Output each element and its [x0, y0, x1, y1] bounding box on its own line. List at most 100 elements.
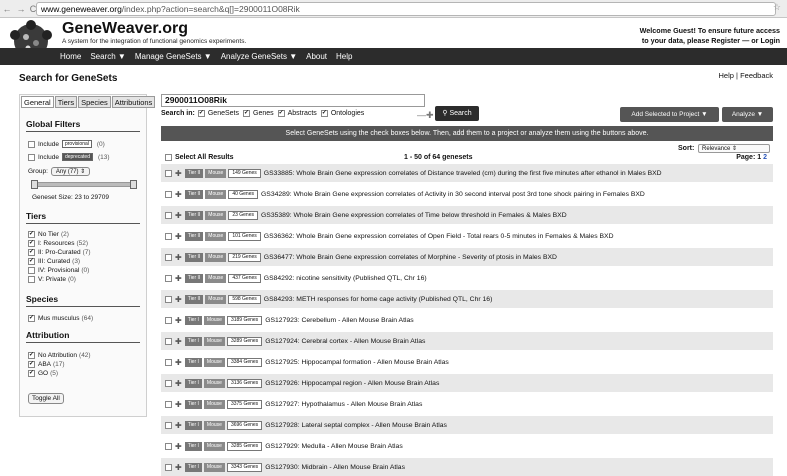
- geneset-title-link[interactable]: GS127927: Hypothalamus - Allen Mouse Bra…: [265, 401, 422, 408]
- tab-tiers[interactable]: Tiers: [54, 96, 78, 108]
- geneset-title-link[interactable]: GS127928: Lateral septal complex - Allen…: [265, 422, 447, 429]
- add-selected-to-project-button[interactable]: Add Selected to Project ▼: [620, 107, 719, 122]
- page-2-link[interactable]: 2: [763, 154, 767, 161]
- row-checkbox[interactable]: [165, 337, 172, 345]
- add-plus-icon[interactable]: ✚: [175, 379, 182, 388]
- row-checkbox[interactable]: [165, 421, 172, 429]
- geneset-title-link[interactable]: GS35389: Whole Brain Gene expression cor…: [261, 212, 567, 219]
- attribution-checkbox[interactable]: ✓: [28, 352, 35, 359]
- geneset-title-link[interactable]: GS127923: Cerebellum - Allen Mouse Brain…: [265, 317, 413, 324]
- row-checkbox[interactable]: [165, 358, 172, 366]
- geneset-title-link[interactable]: GS127924: Cerebral cortex - Allen Mouse …: [265, 338, 425, 345]
- menu-manage-genesets[interactable]: Manage GeneSets ▼: [135, 52, 212, 61]
- search-genes-checkbox[interactable]: ✓: [243, 110, 250, 117]
- attribution-checkbox[interactable]: ✓: [28, 361, 35, 368]
- select-all-results[interactable]: Select All Results: [165, 154, 234, 161]
- tab-species[interactable]: Species: [78, 96, 111, 108]
- attribution-checkbox[interactable]: ✓: [28, 370, 35, 377]
- add-plus-icon[interactable]: ✚: [175, 400, 182, 409]
- feedback-link[interactable]: Feedback: [740, 71, 773, 80]
- species-badge: Mouse: [205, 294, 227, 304]
- sort-select[interactable]: Relevance ⇕: [698, 144, 770, 153]
- search-genesets-checkbox[interactable]: ✓: [197, 110, 205, 117]
- add-plus-icon[interactable]: ✚: [175, 211, 182, 220]
- geneset-title-link[interactable]: GS36362: Whole Brain Gene expression cor…: [264, 233, 614, 240]
- geneset-size-slider[interactable]: [31, 180, 137, 189]
- row-checkbox[interactable]: [165, 400, 172, 408]
- geneset-title-link[interactable]: GS127929: Medulla - Allen Mouse Brain At…: [265, 443, 403, 450]
- geneset-title-link[interactable]: GS84292: nicotine sensitivity (Published…: [264, 275, 427, 282]
- welcome-line-2[interactable]: to your data, please Register — or Login: [640, 36, 780, 46]
- slider-min-handle[interactable]: [31, 180, 38, 189]
- group-select[interactable]: Any (77) ⇕: [50, 167, 91, 176]
- row-checkbox[interactable]: [165, 253, 172, 261]
- slider-max-handle[interactable]: [130, 180, 137, 189]
- help-link[interactable]: Help: [718, 71, 733, 80]
- tier-checkbox[interactable]: ✓: [28, 231, 35, 238]
- geneset-title-link[interactable]: GS36477: Whole Brain Gene expression cor…: [264, 254, 557, 261]
- geneset-title-link[interactable]: GS33885: Whole Brain Gene expression cor…: [264, 170, 662, 177]
- analyze-button[interactable]: Analyze ▼: [722, 107, 773, 122]
- row-checkbox[interactable]: [165, 274, 172, 282]
- add-plus-icon[interactable]: ✚: [175, 169, 182, 178]
- add-plus-icon[interactable]: ✚: [175, 274, 182, 283]
- tier-checkbox[interactable]: ✓: [28, 240, 35, 247]
- add-plus-icon[interactable]: ✚: [175, 295, 182, 304]
- select-all-checkbox[interactable]: [165, 154, 172, 161]
- tier-checkbox[interactable]: [28, 267, 35, 274]
- row-checkbox[interactable]: [165, 463, 172, 471]
- menu-analyze-genesets[interactable]: Analyze GeneSets ▼: [221, 52, 297, 61]
- row-checkbox[interactable]: [165, 190, 172, 198]
- add-plus-icon[interactable]: ✚: [175, 421, 182, 430]
- toggle-all-button[interactable]: Toggle All: [28, 393, 64, 404]
- row-checkbox[interactable]: [165, 316, 172, 324]
- tier-checkbox[interactable]: ✓: [28, 258, 35, 265]
- add-plus-icon[interactable]: ✚: [175, 442, 182, 451]
- include-deprecated-checkbox[interactable]: [28, 153, 35, 161]
- geneset-title-link[interactable]: GS127930: Midbrain - Allen Mouse Brain A…: [265, 464, 405, 471]
- geneset-title-link[interactable]: GS127926: Hippocampal region - Allen Mou…: [265, 380, 439, 387]
- tab-attributions[interactable]: Attributions: [111, 96, 156, 108]
- add-plus-icon[interactable]: ✚: [175, 358, 182, 367]
- search-button[interactable]: ⚲ Search: [435, 106, 479, 121]
- geneset-title-link[interactable]: GS127925: Hippocampal formation - Allen …: [265, 359, 449, 366]
- menu-search[interactable]: Search ▼: [90, 52, 126, 61]
- menu-home[interactable]: Home: [60, 52, 81, 61]
- menu-help[interactable]: Help: [336, 52, 352, 61]
- tier-checkbox[interactable]: [28, 276, 35, 283]
- search-abstracts-checkbox[interactable]: ✓: [277, 110, 285, 117]
- add-plus-icon[interactable]: ✚: [175, 253, 182, 262]
- add-plus-icon[interactable]: ✚: [175, 463, 182, 472]
- gene-count-badge: 23 Genes: [228, 210, 258, 220]
- tab-general[interactable]: General: [21, 96, 54, 108]
- geneset-title-link[interactable]: GS34289: Whole Brain Gene expression cor…: [261, 191, 645, 198]
- gene-count-badge: 437 Genes: [228, 273, 261, 283]
- include-provisional-checkbox[interactable]: [28, 140, 35, 148]
- search-input[interactable]: 2900011O08Rik: [161, 94, 425, 107]
- tier-checkbox[interactable]: ✓: [28, 249, 35, 256]
- row-checkbox[interactable]: [165, 211, 172, 219]
- gene-count-badge: 40 Genes: [228, 189, 258, 199]
- bookmark-star-icon[interactable]: ☆: [773, 2, 781, 13]
- row-checkbox[interactable]: [165, 169, 172, 177]
- row-checkbox[interactable]: [165, 442, 172, 450]
- add-plus-icon[interactable]: ✚: [175, 337, 182, 346]
- geneset-title-link[interactable]: GS84293: METH responses for home cage ac…: [264, 296, 493, 303]
- add-plus-icon[interactable]: ✚: [175, 232, 182, 241]
- address-bar[interactable]: www.geneweaver.org/index.php?action=sear…: [36, 2, 776, 16]
- site-brand[interactable]: GeneWeaver.org: [62, 20, 188, 38]
- add-plus-icon[interactable]: ✚: [175, 316, 182, 325]
- search-ontologies-checkbox[interactable]: ✓: [320, 110, 328, 117]
- filter-sidebar: General Tiers Species Attributions Globa…: [19, 94, 156, 417]
- species-checkbox[interactable]: ✓: [28, 315, 35, 322]
- add-search-term-icon[interactable]: —✚: [417, 110, 434, 121]
- row-checkbox[interactable]: [165, 232, 172, 240]
- list-item: ✚ Tier II Mouse 23 Genes GS35389: Whole Brai…: [161, 206, 773, 224]
- back-icon[interactable]: ←: [0, 4, 14, 14]
- divider: [26, 306, 140, 307]
- menu-about[interactable]: About: [306, 52, 327, 61]
- global-filters-heading: Global Filters: [26, 119, 81, 129]
- row-checkbox[interactable]: [165, 295, 172, 303]
- row-checkbox[interactable]: [165, 379, 172, 387]
- add-plus-icon[interactable]: ✚: [175, 190, 182, 199]
